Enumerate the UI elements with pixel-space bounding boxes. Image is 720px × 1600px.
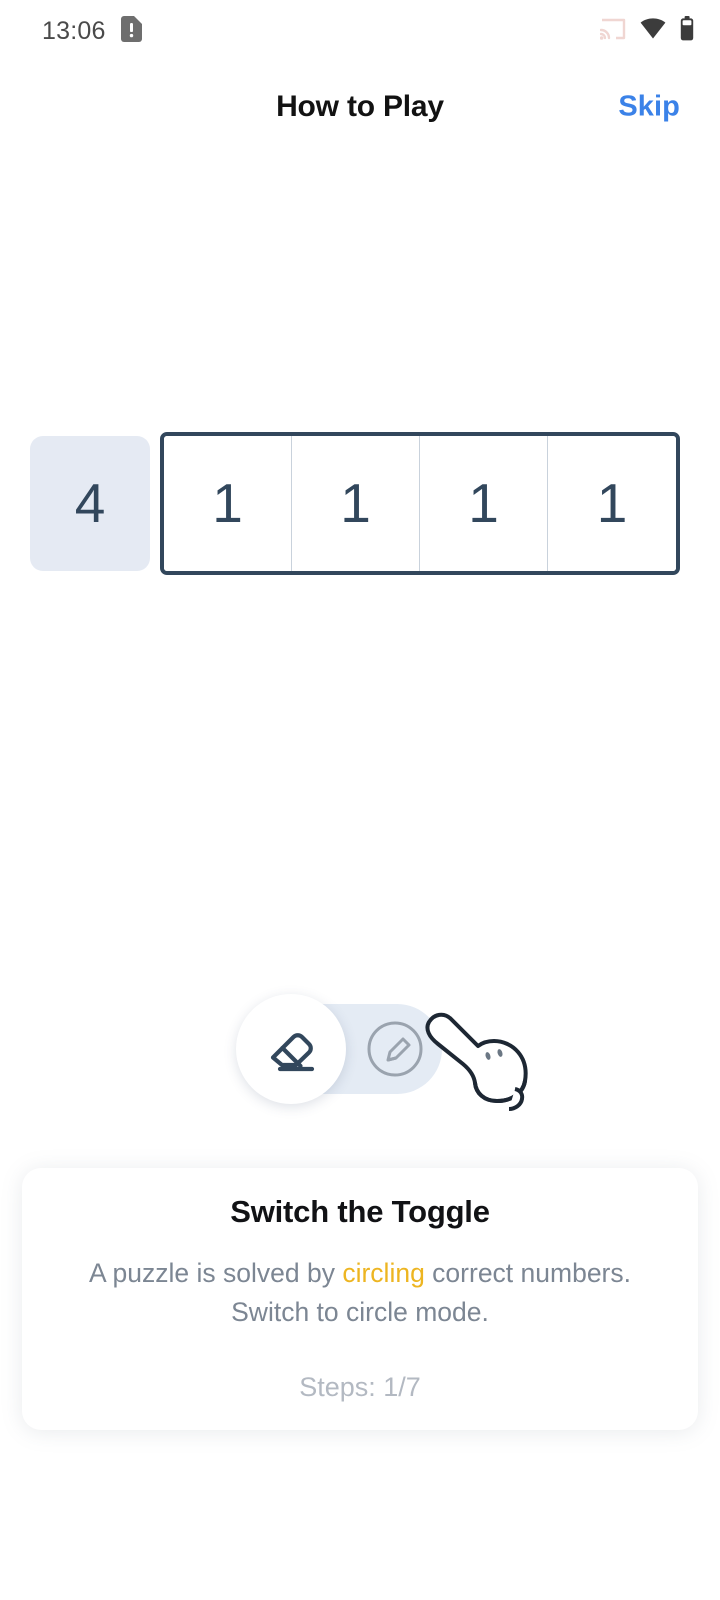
wifi-icon (640, 18, 666, 44)
status-bar-right (599, 16, 694, 46)
grid-cell[interactable]: 1 (420, 436, 548, 571)
tutorial-card: Switch the Toggle A puzzle is solved by … (22, 1168, 698, 1430)
cast-icon (599, 18, 626, 45)
status-bar-left: 13:06 (42, 15, 142, 47)
tutorial-steps: Steps: 1/7 (299, 1372, 421, 1403)
tutorial-body-part1: A puzzle is solved by (88, 1258, 343, 1288)
page-header: How to Play Skip (0, 62, 720, 152)
tutorial-body: A puzzle is solved by circling correct n… (22, 1254, 698, 1332)
page-title: How to Play (276, 90, 444, 123)
skip-button[interactable]: Skip (610, 85, 688, 130)
status-bar: 13:06 (0, 0, 720, 62)
clue-cell: 4 (30, 436, 150, 571)
eraser-icon (260, 1016, 322, 1083)
grid-cell[interactable]: 1 (548, 436, 676, 571)
toggle-knob-eraser[interactable] (236, 994, 346, 1104)
grid-cell[interactable]: 1 (292, 436, 420, 571)
mode-toggle[interactable] (236, 994, 528, 1111)
battery-icon (680, 16, 694, 46)
puzzle-board: 4 1 1 1 1 (30, 432, 680, 575)
tutorial-body-highlight: circling (342, 1258, 425, 1288)
app-screen: 13:06 How to Play Skip 4 1 1 1 1 Switch … (0, 0, 720, 1600)
tutorial-title: Switch the Toggle (230, 1194, 490, 1229)
circle-pencil-icon[interactable] (366, 1020, 424, 1078)
number-grid: 1 1 1 1 (160, 432, 680, 575)
sim-card-alert-icon (120, 15, 142, 47)
grid-cell[interactable]: 1 (164, 436, 292, 571)
status-bar-clock: 13:06 (42, 16, 106, 45)
